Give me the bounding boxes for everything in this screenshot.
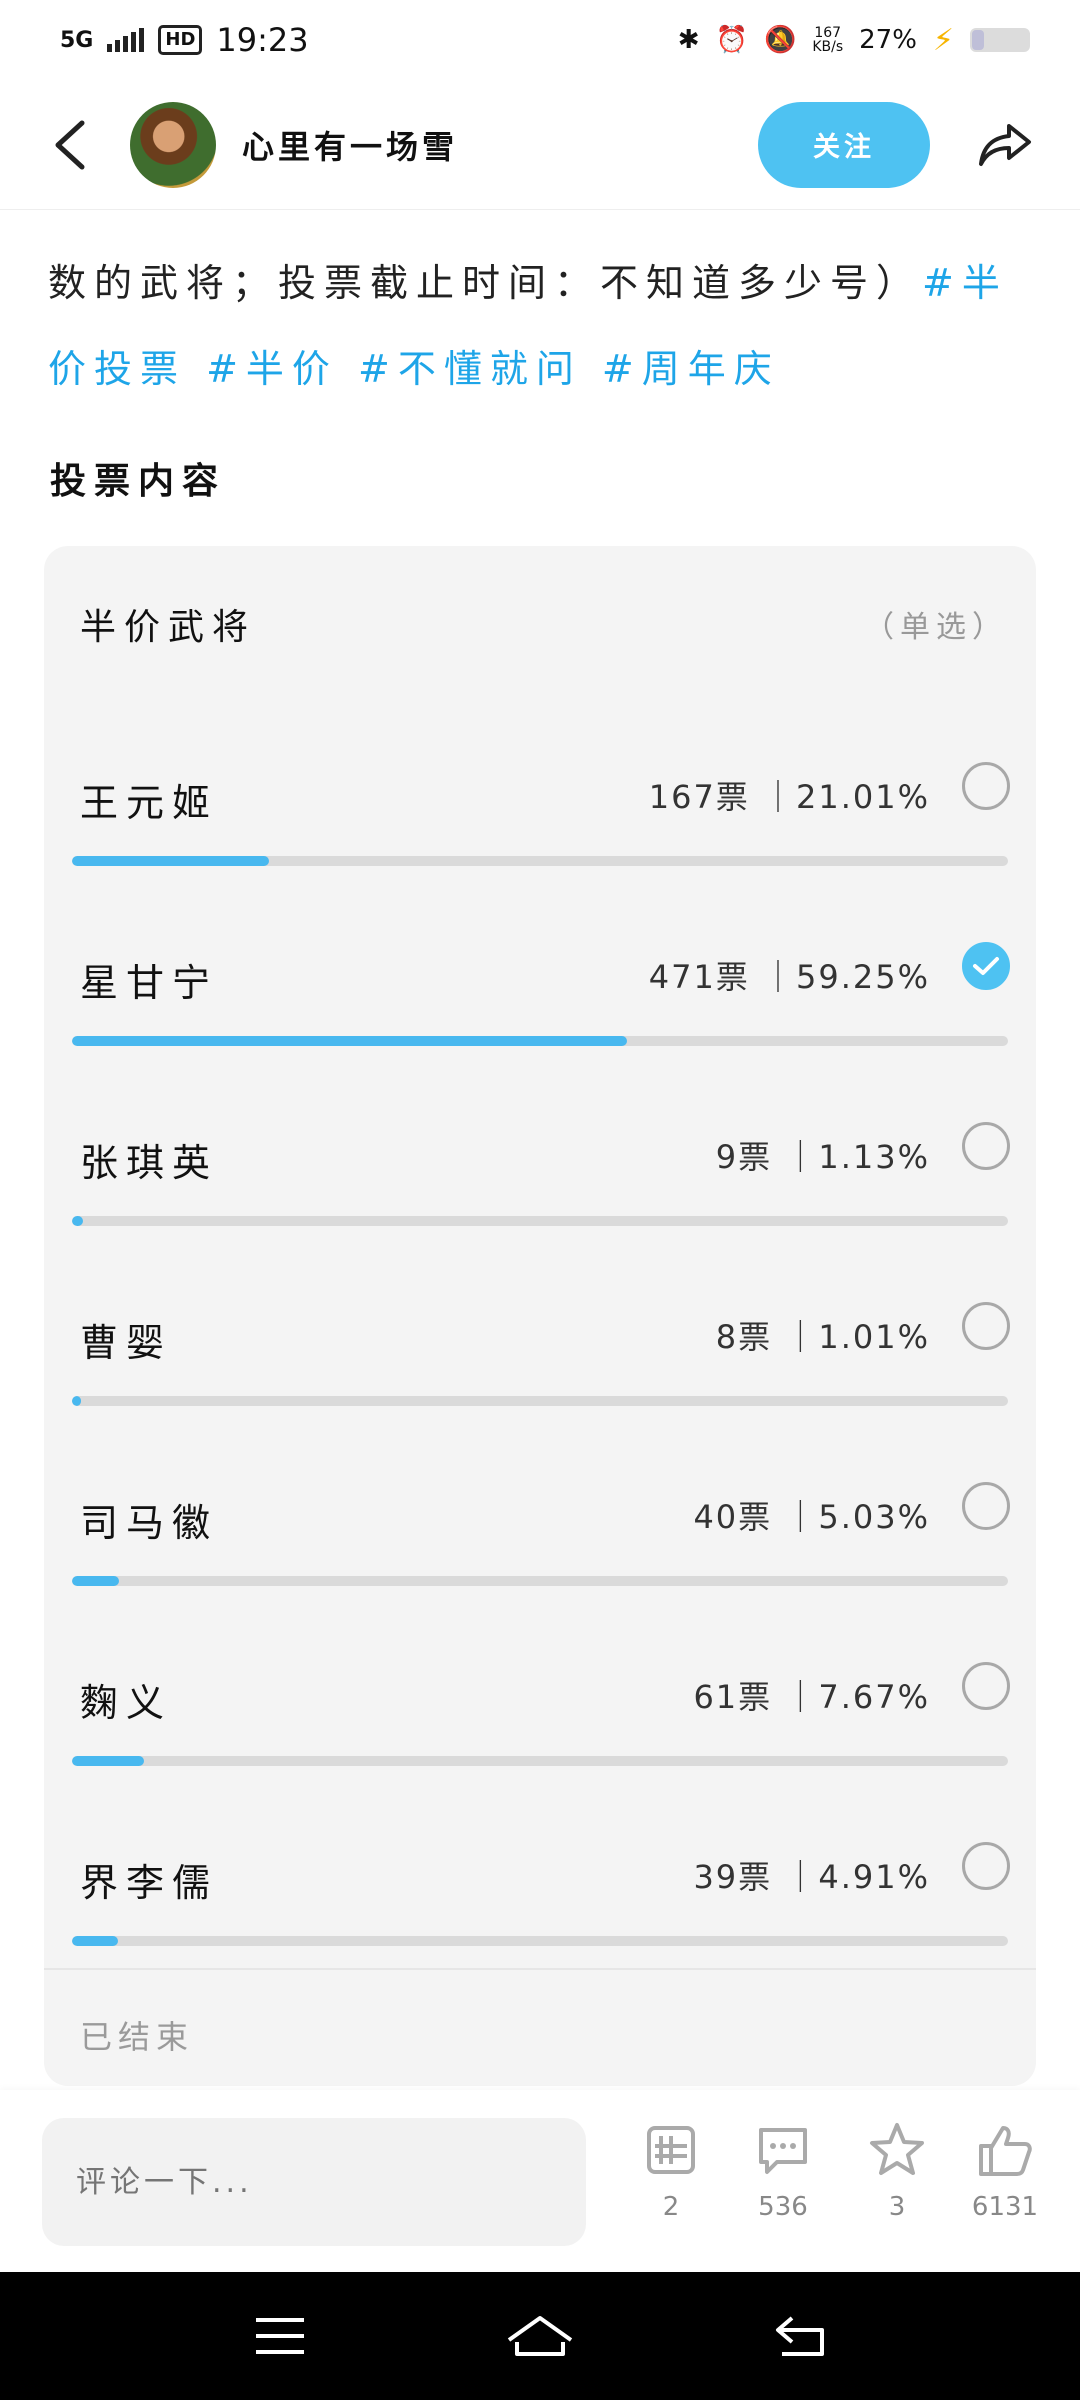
username[interactable]: 心里有一场雪 [242,122,758,168]
status-right: ✱ ⏰ 🔕 167 KB/s 27% ⚡ [678,23,1030,58]
back-button[interactable] [40,115,100,175]
option-stat: 471票 ｜59.25% [648,958,930,996]
progress-bar [72,1036,1008,1046]
action-bar: 2 536 3 6131 [0,2090,1080,2270]
battery-icon [970,28,1030,52]
like-button[interactable]: 6131 [950,2120,1060,2250]
radio-icon[interactable] [962,1302,1010,1350]
network-label: 5G [60,27,94,53]
vote-option[interactable]: 星甘宁 471票 ｜59.25% [72,918,1010,1078]
option-name: 王元姬 [80,781,219,825]
return-icon [776,2316,824,2356]
charging-icon: ⚡ [932,22,954,58]
back-nav-button[interactable] [760,2296,840,2376]
share-icon [979,123,1031,166]
home-button[interactable] [500,2296,580,2376]
vote-option[interactable]: 界李儒 39票 ｜4.91% [72,1818,1010,1978]
comment-count: 536 [758,2192,808,2222]
like-count: 6131 [971,2192,1039,2222]
comment-icon [759,2128,807,2174]
check-icon [973,957,999,975]
option-stat: 39票 ｜4.91% [693,1858,930,1896]
favorite-button[interactable]: 3 [842,2120,952,2250]
radio-icon[interactable] [962,1662,1010,1710]
progress-fill [72,1036,627,1046]
vote-status: 已结束 [80,2018,195,2056]
clock: 19:23 [216,21,309,59]
progress-bar [72,1396,1008,1406]
menu-button[interactable] [240,2296,320,2376]
option-stat: 61票 ｜7.67% [693,1678,930,1716]
progress-bar [72,1216,1008,1226]
star-icon [870,2123,924,2175]
system-nav-bar [0,2272,1080,2400]
push-icon [647,2126,695,2174]
follow-button[interactable]: 关注 [758,101,930,188]
progress-bar [72,1936,1008,1946]
status-bar: 5G HD 19:23 ✱ ⏰ 🔕 167 KB/s 27% ⚡ [0,0,1080,80]
vote-option[interactable]: 张琪英 9票 ｜1.13% [72,1098,1010,1258]
vote-option[interactable]: 麴义 61票 ｜7.67% [72,1638,1010,1798]
option-stat: 167票 ｜21.01% [648,778,930,816]
post-header: 心里有一场雪 关注 [0,80,1080,210]
speed-unit: KB/s [812,39,844,55]
option-name: 麴义 [80,1681,173,1725]
comment-button[interactable]: 536 [728,2120,838,2250]
vote-card: 半价武将 （单选） 王元姬 167票 ｜21.01% 星甘宁 471票 ｜59.… [44,546,1036,2086]
chevron-left-icon [55,120,85,169]
radio-icon[interactable] [962,1842,1010,1890]
option-stat: 40票 ｜5.03% [693,1498,930,1536]
option-name: 界李儒 [80,1861,219,1905]
push-count: 2 [662,2192,680,2222]
radio-checked-icon[interactable] [962,942,1010,990]
radio-icon[interactable] [962,762,1010,810]
progress-fill [72,1216,83,1226]
alarm-icon: ⏰ [715,25,748,55]
thumbs-up-icon [979,2126,1032,2176]
bluetooth-icon: ✱ [677,25,700,55]
hd-badge: HD [158,25,203,55]
vote-mode: （单选） [864,610,1008,645]
share-button[interactable] [970,110,1040,180]
divider [44,1968,1036,1970]
option-name: 司马徽 [80,1501,219,1545]
radio-icon[interactable] [962,1482,1010,1530]
vote-title: 半价武将 [80,607,257,648]
vote-option[interactable]: 曹婴 8票 ｜1.01% [72,1278,1010,1438]
progress-bar [72,1756,1008,1766]
vote-option[interactable]: 王元姬 167票 ｜21.01% [72,738,1010,898]
favorite-count: 3 [888,2192,906,2222]
progress-bar [72,856,1008,866]
signal-icon [107,28,145,52]
push-button[interactable]: 2 [616,2120,726,2250]
option-name: 曹婴 [80,1321,173,1365]
menu-icon [256,2318,304,2354]
mute-icon: 🔕 [763,25,797,55]
status-left: 5G HD 19:23 [60,21,309,59]
post-text: 数的武将；投票截止时间：不知道多少号） [48,261,923,305]
option-stat: 8票 ｜1.01% [715,1318,930,1356]
progress-fill [72,1396,82,1406]
avatar[interactable] [130,101,216,188]
progress-fill [72,856,269,866]
option-name: 星甘宁 [80,961,219,1005]
option-name: 张琪英 [80,1141,219,1185]
progress-fill [72,1576,120,1586]
option-stat: 9票 ｜1.13% [715,1138,930,1176]
progress-fill [72,1936,118,1946]
comment-input[interactable] [42,2118,586,2246]
progress-bar [72,1576,1008,1586]
radio-icon[interactable] [962,1122,1010,1170]
post-body: 数的武将；投票截止时间：不知道多少号）#半价投票 #半价 #不懂就问 #周年庆 [48,240,1038,412]
vote-option[interactable]: 司马徽 40票 ｜5.03% [72,1458,1010,1618]
network-speed: 167 KB/s [812,26,843,54]
progress-fill [72,1756,144,1766]
battery-percent: 27% [859,25,917,55]
section-title: 投票内容 [50,461,227,502]
home-icon [507,2316,573,2356]
